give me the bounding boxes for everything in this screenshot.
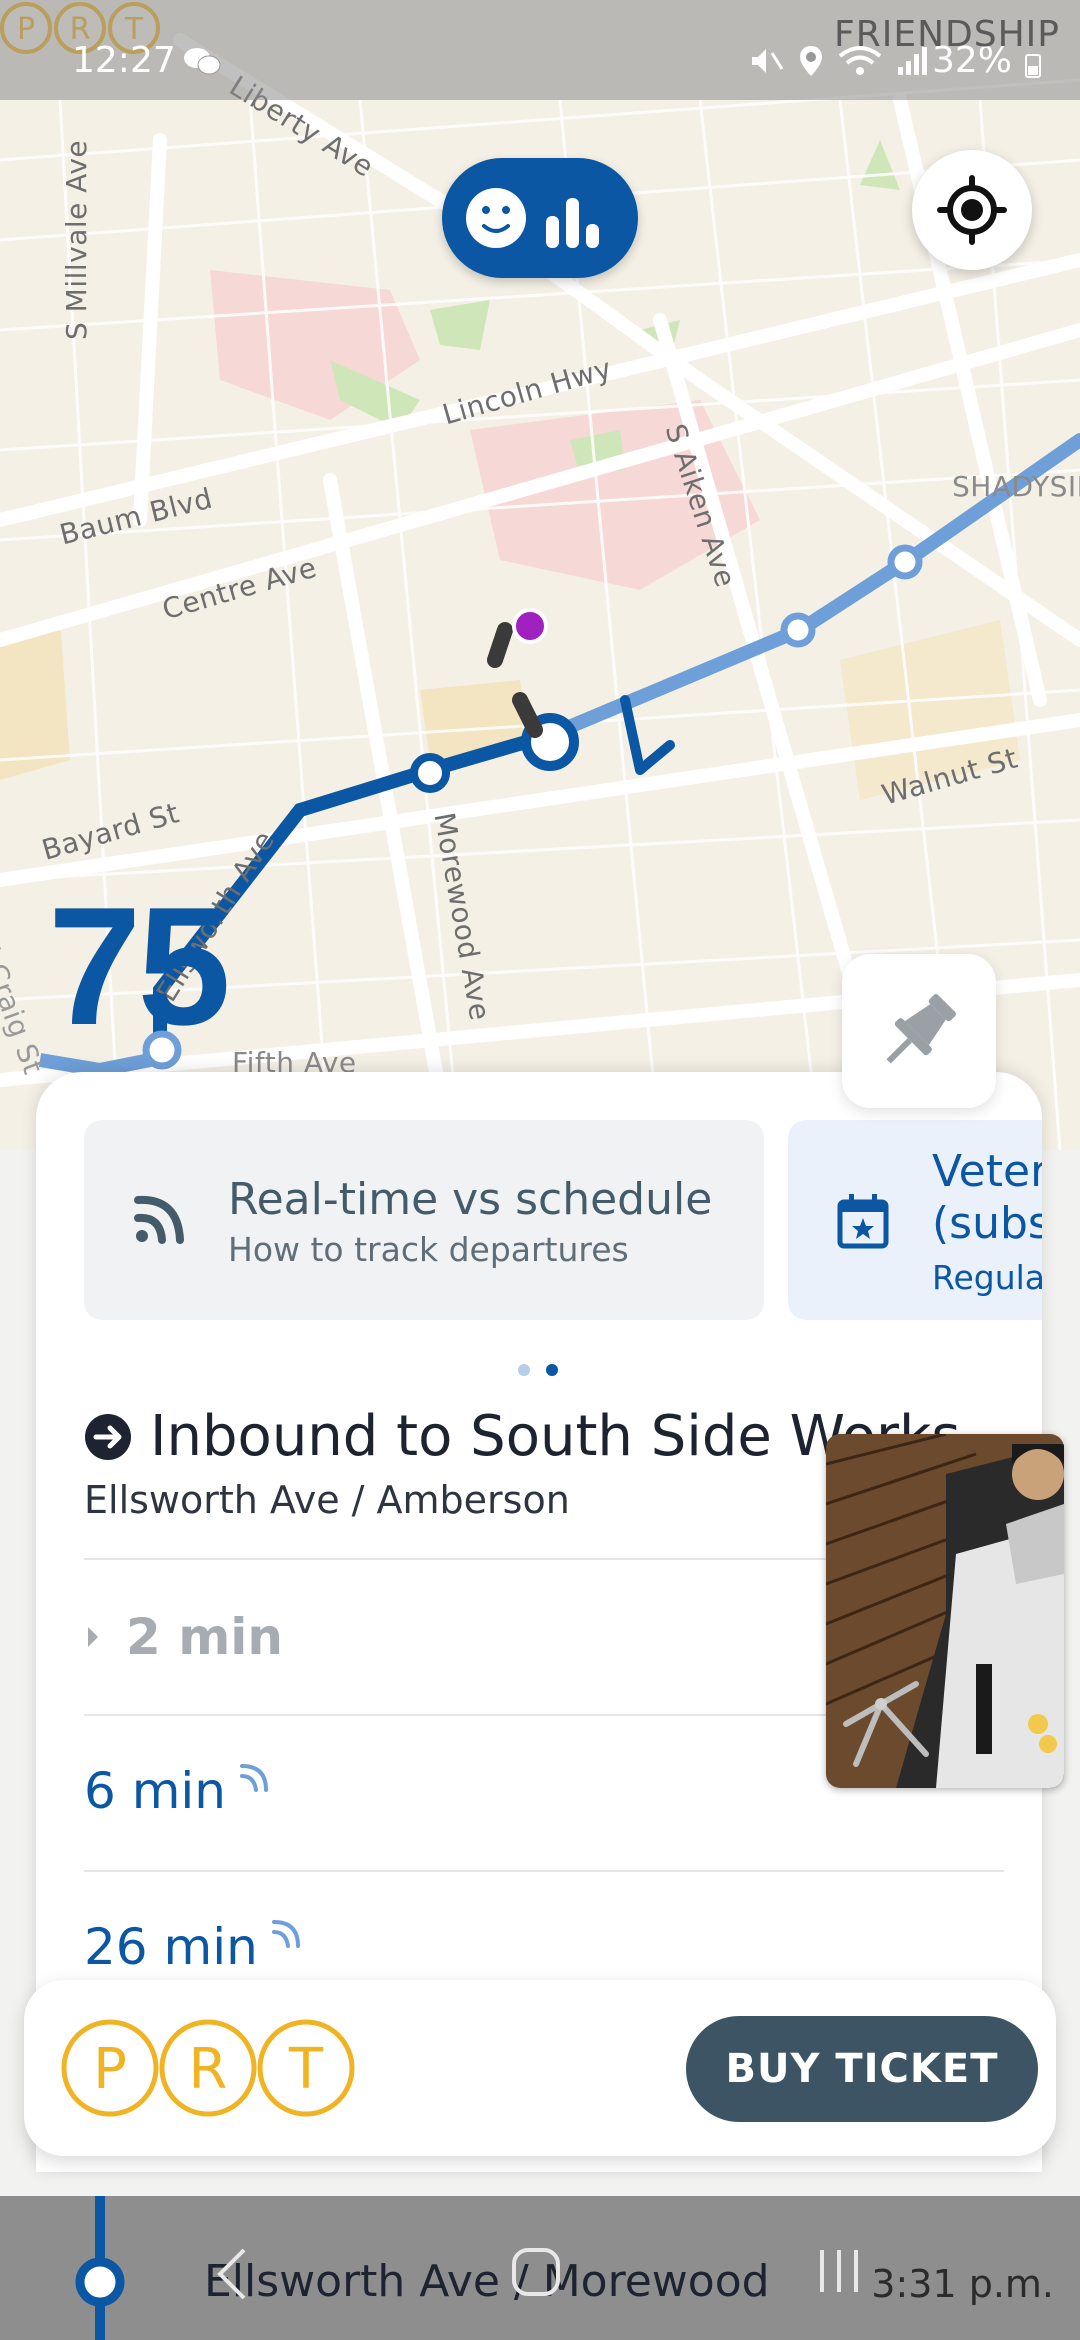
arrow-right-circle-icon — [85, 1413, 131, 1460]
carousel-indicator — [518, 1364, 558, 1376]
card-subtitle: How to track departures — [228, 1230, 629, 1269]
next-stop-name: Ellsworth Ave / Morewood — [204, 2256, 770, 2307]
departure-time: 6 min — [84, 1762, 226, 1820]
buy-ticket-button[interactable]: BUY TICKET — [686, 2016, 1038, 2122]
carousel-dot-active — [546, 1364, 558, 1376]
street-label-millvale: S Millvale Ave — [60, 139, 93, 340]
calendar-star-icon — [837, 1194, 889, 1249]
picture-in-picture-video[interactable] — [826, 1434, 1064, 1788]
map-neighborhood-label: FRIENDSHIP — [834, 14, 1060, 55]
wechat-icon — [184, 48, 221, 75]
recents-nav-icon[interactable] — [814, 2246, 864, 2296]
pushpin-icon — [886, 994, 956, 1064]
departure-time: 26 min — [84, 1918, 258, 1976]
ticket-footer: PRT BUY TICKET — [24, 1980, 1056, 2156]
home-nav-icon[interactable] — [510, 2246, 562, 2298]
svg-text:T: T — [288, 2037, 324, 2102]
back-nav-icon[interactable] — [214, 2246, 250, 2302]
battery-icon — [1025, 54, 1041, 78]
video-frame — [826, 1434, 1064, 1788]
route-timeline-icon — [75, 2196, 125, 2340]
prt-logo: PRT — [61, 2019, 355, 2117]
realtime-signal-icon — [271, 1920, 300, 1948]
svg-text:R: R — [189, 2037, 228, 2102]
clock: 12:27 — [72, 40, 176, 81]
divider — [84, 1870, 1004, 1872]
next-stop-strip[interactable]: Ellsworth Ave / Morewood 3:31 p.m. — [0, 2196, 1080, 2340]
veterans-info-card[interactable]: Veter (subs Regular — [788, 1120, 1042, 1320]
realtime-signal-icon — [239, 1764, 268, 1792]
feedback-button[interactable] — [442, 158, 638, 278]
departure-row-1[interactable]: 2 min — [84, 1608, 283, 1666]
crosshair-icon — [937, 175, 1007, 245]
realtime-info-card[interactable]: Real-time vs schedule How to track depar… — [84, 1120, 764, 1320]
svg-text:P: P — [93, 2037, 127, 2102]
pin-route-button[interactable] — [842, 954, 996, 1108]
next-stop-time: 3:31 p.m. — [871, 2262, 1054, 2306]
street-label-shadyside: SHADYSIDE — [952, 470, 1080, 503]
card-subtitle: Regular — [932, 1258, 1042, 1297]
mute-icon — [752, 49, 784, 73]
route-number: 75 — [48, 872, 231, 1060]
departure-row-3[interactable]: 26 min — [84, 1918, 304, 1976]
my-location-button[interactable] — [912, 150, 1032, 270]
location-icon — [800, 46, 822, 76]
stop-name: Ellsworth Ave / Amberson — [84, 1478, 570, 1522]
carousel-dot — [518, 1364, 530, 1376]
realtime-icon — [134, 1195, 184, 1244]
departure-time: 2 min — [126, 1608, 284, 1666]
card-title-line2: (subs — [932, 1198, 1042, 1249]
card-title-line1: Veter — [932, 1146, 1042, 1197]
card-title: Real-time vs schedule — [228, 1174, 713, 1225]
caret-right-icon — [88, 1627, 98, 1647]
smiley-chart-icon — [466, 188, 599, 248]
departure-row-2[interactable]: 6 min — [84, 1762, 272, 1820]
status-bar: 12:27 32% FRIENDSHIP — [0, 0, 1080, 100]
